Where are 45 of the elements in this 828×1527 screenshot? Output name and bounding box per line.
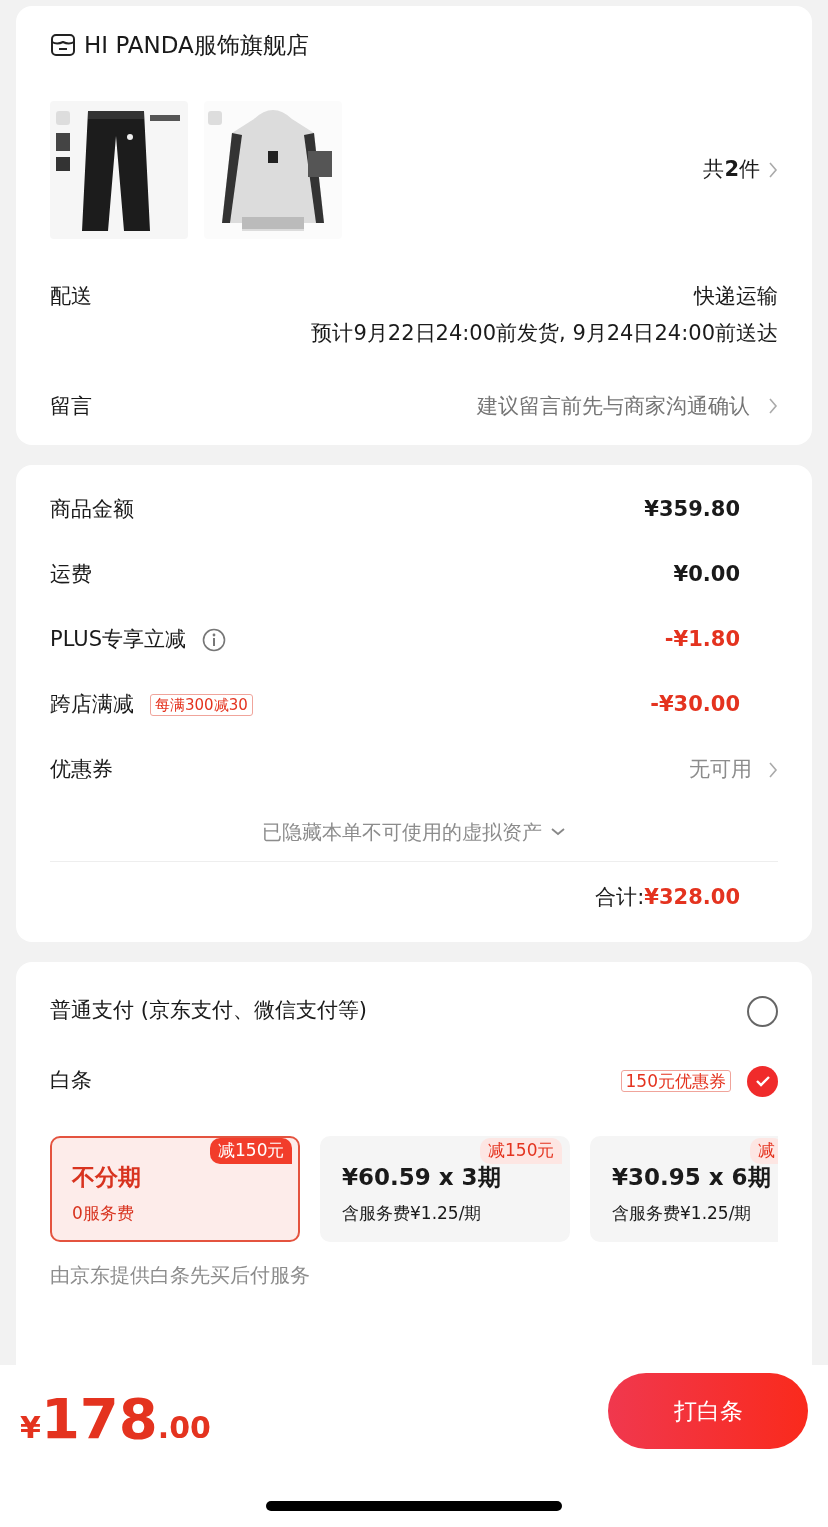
option-subtitle: 含服务费¥1.25/期: [612, 1201, 753, 1225]
info-icon[interactable]: [202, 627, 227, 652]
chevron-right-icon: [768, 160, 778, 179]
coupon-tag: 150元优惠券: [620, 1070, 731, 1092]
radio-button[interactable]: [747, 995, 778, 1027]
discount-value: -¥1.80: [664, 625, 740, 653]
message-label: 留言: [50, 392, 92, 420]
price-label: 优惠券: [50, 755, 113, 783]
price-label: 运费: [50, 560, 92, 588]
discount-badge: 减150元: [210, 1138, 293, 1164]
provider-note: 由京东提供白条先买后付服务: [50, 1262, 311, 1289]
price-label: 跨店满减: [50, 690, 134, 718]
delivery-method: 快递运输: [692, 282, 778, 310]
option-title: ¥30.95 x 6期: [612, 1163, 772, 1192]
installment-option[interactable]: ¥60.59 x 3期 含服务费¥1.25/期 减150元: [320, 1136, 570, 1242]
price-value: ¥359.80: [644, 495, 740, 523]
option-subtitle: 0服务费: [72, 1201, 135, 1225]
installment-option[interactable]: 不分期 0服务费 减150元: [50, 1136, 300, 1242]
total-value: ¥328.00: [644, 884, 740, 912]
discount-badge: 减: [750, 1138, 778, 1164]
price-value: ¥0.00: [673, 560, 740, 588]
total-label: 合计:: [595, 884, 645, 912]
shop-name[interactable]: HI PANDA服饰旗舰店: [84, 28, 309, 63]
option-title: ¥60.59 x 3期: [342, 1163, 502, 1192]
pay-button[interactable]: 打白条: [608, 1373, 808, 1449]
delivery-estimate: 预计9月22日24:00前发货, 9月24日24:00前送达: [311, 320, 778, 347]
total-price: ¥178.00: [20, 1385, 211, 1453]
price-label: 商品金额: [50, 495, 134, 523]
installment-option[interactable]: ¥30.95 x 6期 含服务费¥1.25/期 减: [590, 1136, 778, 1242]
store-icon: [50, 33, 76, 58]
discount-value: -¥30.00: [650, 690, 740, 718]
promo-tag: 每满300减30: [150, 693, 253, 716]
payment-label: 白条: [50, 1067, 92, 1095]
radio-button[interactable]: [747, 1065, 778, 1097]
payment-label: 普通支付 (京东支付、微信支付等): [50, 997, 368, 1025]
price-label: PLUS专享立减: [50, 625, 187, 653]
chevron-right-icon: [768, 397, 778, 416]
check-icon: [754, 1075, 771, 1087]
item-count[interactable]: 共2件: [703, 153, 760, 186]
delivery-label: 配送: [50, 282, 92, 310]
option-title: 不分期: [72, 1163, 142, 1192]
chevron-down-icon: [550, 826, 566, 837]
option-subtitle: 含服务费¥1.25/期: [342, 1201, 483, 1225]
chevron-right-icon: [768, 760, 778, 779]
discount-badge: 减150元: [480, 1138, 563, 1164]
